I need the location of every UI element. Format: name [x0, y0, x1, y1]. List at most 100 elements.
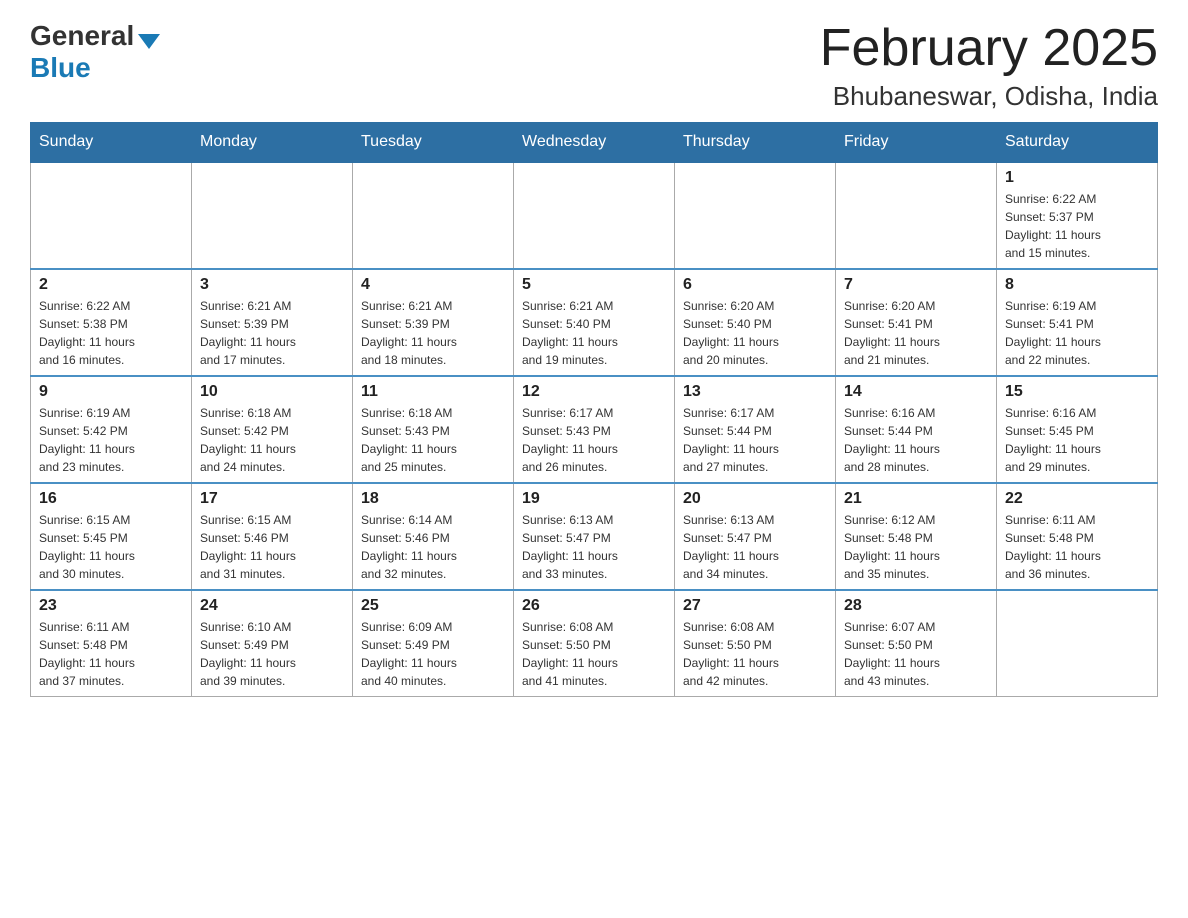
- calendar-cell: 2Sunrise: 6:22 AM Sunset: 5:38 PM Daylig…: [31, 269, 192, 376]
- day-info: Sunrise: 6:17 AM Sunset: 5:43 PM Dayligh…: [522, 404, 666, 476]
- weekday-header-sunday: Sunday: [31, 123, 192, 163]
- day-number: 16: [39, 490, 183, 508]
- calendar-cell: 24 Sunrise: 6:10 AM Sunset: 5:49 PM Dayli…: [192, 590, 353, 697]
- week-row-1: 1 Sunrise: 6:22 AM Sunset: 5:37 PM Daylig…: [31, 162, 1158, 269]
- calendar-cell: 3 Sunrise: 6:21 AM Sunset: 5:39 PM Daylig…: [192, 269, 353, 376]
- day-info: Sunrise: 6:08 AM Sunset: 5:50 PM Dayligh…: [522, 618, 666, 690]
- calendar-cell: 4 Sunrise: 6:21 AM Sunset: 5:39 PM Daylig…: [353, 269, 514, 376]
- day-info: Sunrise: 6:18 AM Sunset: 5:43 PM Dayligh…: [361, 404, 505, 476]
- day-info: Sunrise: 6:09 AM Sunset: 5:49 PM Dayligh…: [361, 618, 505, 690]
- day-info: Sunrise: 6:15 AM Sunset: 5:45 PM Dayligh…: [39, 511, 183, 583]
- logo-row1: General: [30, 20, 160, 52]
- day-info: Sunrise: 6:08 AM Sunset: 5:50 PM Dayligh…: [683, 618, 827, 690]
- calendar-cell: 7 Sunrise: 6:20 AM Sunset: 5:41 PM Daylig…: [836, 269, 997, 376]
- day-number: 11: [361, 383, 505, 401]
- calendar-cell: 12 Sunrise: 6:17 AM Sunset: 5:43 PM Dayli…: [514, 376, 675, 483]
- weekday-header-friday: Friday: [836, 123, 997, 163]
- calendar-cell: 16 Sunrise: 6:15 AM Sunset: 5:45 PM Dayli…: [31, 483, 192, 590]
- calendar-cell: [192, 162, 353, 269]
- calendar-cell: 5 Sunrise: 6:21 AM Sunset: 5:40 PM Daylig…: [514, 269, 675, 376]
- calendar-cell: 14 Sunrise: 6:16 AM Sunset: 5:44 PM Dayli…: [836, 376, 997, 483]
- day-info: Sunrise: 6:11 AM Sunset: 5:48 PM Dayligh…: [39, 618, 183, 690]
- logo-triangle-icon: [138, 34, 160, 49]
- weekday-header-tuesday: Tuesday: [353, 123, 514, 163]
- calendar-table: SundayMondayTuesdayWednesdayThursdayFrid…: [30, 122, 1158, 697]
- day-info: Sunrise: 6:16 AM Sunset: 5:44 PM Dayligh…: [844, 404, 988, 476]
- day-info: Sunrise: 6:20 AM Sunset: 5:40 PM Dayligh…: [683, 297, 827, 369]
- day-info: Sunrise: 6:20 AM Sunset: 5:41 PM Dayligh…: [844, 297, 988, 369]
- day-info: Sunrise: 6:15 AM Sunset: 5:46 PM Dayligh…: [200, 511, 344, 583]
- logo-general-text: General: [30, 20, 134, 52]
- calendar-cell: 28 Sunrise: 6:07 AM Sunset: 5:50 PM Dayli…: [836, 590, 997, 697]
- weekday-header-monday: Monday: [192, 123, 353, 163]
- day-info: Sunrise: 6:19 AM Sunset: 5:42 PM Dayligh…: [39, 404, 183, 476]
- calendar-cell: 13Sunrise: 6:17 AM Sunset: 5:44 PM Dayli…: [675, 376, 836, 483]
- day-number: 3: [200, 276, 344, 294]
- day-info: Sunrise: 6:21 AM Sunset: 5:40 PM Dayligh…: [522, 297, 666, 369]
- day-number: 21: [844, 490, 988, 508]
- day-number: 1: [1005, 169, 1149, 187]
- calendar-cell: 1 Sunrise: 6:22 AM Sunset: 5:37 PM Daylig…: [997, 162, 1158, 269]
- calendar-cell: [836, 162, 997, 269]
- day-number: 17: [200, 490, 344, 508]
- day-number: 23: [39, 597, 183, 615]
- logo-blue-row: Blue: [30, 52, 160, 84]
- day-number: 28: [844, 597, 988, 615]
- day-info: Sunrise: 6:17 AM Sunset: 5:44 PM Dayligh…: [683, 404, 827, 476]
- calendar-subtitle: Bhubaneswar, Odisha, India: [820, 81, 1158, 112]
- calendar-cell: 26Sunrise: 6:08 AM Sunset: 5:50 PM Dayli…: [514, 590, 675, 697]
- day-number: 25: [361, 597, 505, 615]
- calendar-cell: 19 Sunrise: 6:13 AM Sunset: 5:47 PM Dayli…: [514, 483, 675, 590]
- day-info: Sunrise: 6:21 AM Sunset: 5:39 PM Dayligh…: [361, 297, 505, 369]
- day-info: Sunrise: 6:19 AM Sunset: 5:41 PM Dayligh…: [1005, 297, 1149, 369]
- day-number: 27: [683, 597, 827, 615]
- week-row-2: 2Sunrise: 6:22 AM Sunset: 5:38 PM Daylig…: [31, 269, 1158, 376]
- day-number: 9: [39, 383, 183, 401]
- day-number: 14: [844, 383, 988, 401]
- week-row-3: 9 Sunrise: 6:19 AM Sunset: 5:42 PM Daylig…: [31, 376, 1158, 483]
- day-number: 19: [522, 490, 666, 508]
- calendar-cell: 6 Sunrise: 6:20 AM Sunset: 5:40 PM Daylig…: [675, 269, 836, 376]
- day-number: 8: [1005, 276, 1149, 294]
- calendar-cell: [353, 162, 514, 269]
- weekday-header-wednesday: Wednesday: [514, 123, 675, 163]
- day-number: 24: [200, 597, 344, 615]
- calendar-cell: 21 Sunrise: 6:12 AM Sunset: 5:48 PM Dayli…: [836, 483, 997, 590]
- calendar-cell: 23 Sunrise: 6:11 AM Sunset: 5:48 PM Dayli…: [31, 590, 192, 697]
- logo-blue-text: Blue: [30, 52, 91, 83]
- day-number: 12: [522, 383, 666, 401]
- day-number: 7: [844, 276, 988, 294]
- day-info: Sunrise: 6:13 AM Sunset: 5:47 PM Dayligh…: [522, 511, 666, 583]
- day-info: Sunrise: 6:12 AM Sunset: 5:48 PM Dayligh…: [844, 511, 988, 583]
- day-info: Sunrise: 6:10 AM Sunset: 5:49 PM Dayligh…: [200, 618, 344, 690]
- calendar-cell: [31, 162, 192, 269]
- calendar-cell: [514, 162, 675, 269]
- calendar-cell: 9 Sunrise: 6:19 AM Sunset: 5:42 PM Daylig…: [31, 376, 192, 483]
- week-row-4: 16 Sunrise: 6:15 AM Sunset: 5:45 PM Dayli…: [31, 483, 1158, 590]
- calendar-cell: 25 Sunrise: 6:09 AM Sunset: 5:49 PM Dayli…: [353, 590, 514, 697]
- day-info: Sunrise: 6:21 AM Sunset: 5:39 PM Dayligh…: [200, 297, 344, 369]
- weekday-header-row: SundayMondayTuesdayWednesdayThursdayFrid…: [31, 123, 1158, 163]
- title-area: February 2025 Bhubaneswar, Odisha, India: [820, 20, 1158, 112]
- day-number: 6: [683, 276, 827, 294]
- calendar-cell: 27 Sunrise: 6:08 AM Sunset: 5:50 PM Dayli…: [675, 590, 836, 697]
- calendar-cell: [997, 590, 1158, 697]
- day-info: Sunrise: 6:22 AM Sunset: 5:37 PM Dayligh…: [1005, 190, 1149, 262]
- calendar-cell: 18Sunrise: 6:14 AM Sunset: 5:46 PM Dayli…: [353, 483, 514, 590]
- day-number: 20: [683, 490, 827, 508]
- day-info: Sunrise: 6:22 AM Sunset: 5:38 PM Dayligh…: [39, 297, 183, 369]
- day-info: Sunrise: 6:13 AM Sunset: 5:47 PM Dayligh…: [683, 511, 827, 583]
- calendar-cell: 11 Sunrise: 6:18 AM Sunset: 5:43 PM Dayli…: [353, 376, 514, 483]
- logo: General Blue: [30, 20, 160, 84]
- day-info: Sunrise: 6:18 AM Sunset: 5:42 PM Dayligh…: [200, 404, 344, 476]
- calendar-title: February 2025: [820, 20, 1158, 77]
- day-info: Sunrise: 6:07 AM Sunset: 5:50 PM Dayligh…: [844, 618, 988, 690]
- day-number: 4: [361, 276, 505, 294]
- day-number: 5: [522, 276, 666, 294]
- weekday-header-saturday: Saturday: [997, 123, 1158, 163]
- calendar-cell: 10Sunrise: 6:18 AM Sunset: 5:42 PM Dayli…: [192, 376, 353, 483]
- week-row-5: 23 Sunrise: 6:11 AM Sunset: 5:48 PM Dayli…: [31, 590, 1158, 697]
- weekday-header-thursday: Thursday: [675, 123, 836, 163]
- day-number: 18: [361, 490, 505, 508]
- day-number: 22: [1005, 490, 1149, 508]
